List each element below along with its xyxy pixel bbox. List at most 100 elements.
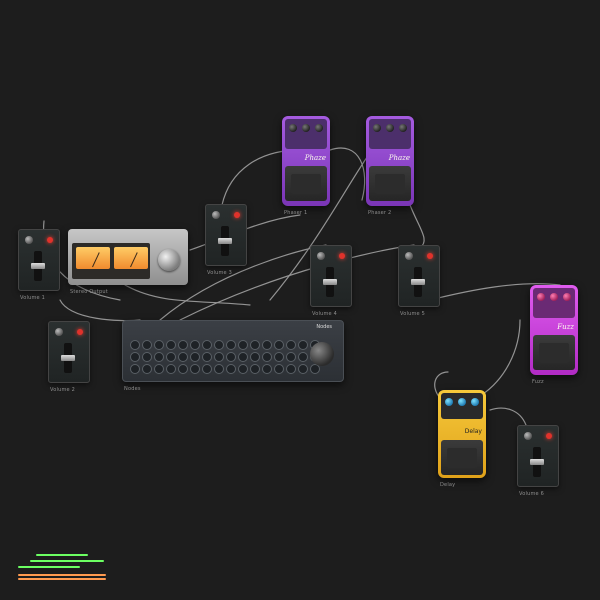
step-button[interactable] bbox=[262, 352, 272, 362]
pedal-body[interactable]: Delay bbox=[438, 390, 486, 478]
pedal-footswitch[interactable] bbox=[285, 166, 327, 201]
fader-cap[interactable] bbox=[61, 355, 75, 361]
step-button[interactable] bbox=[286, 364, 296, 374]
pedal-knob[interactable] bbox=[457, 398, 466, 406]
cable[interactable] bbox=[329, 147, 366, 201]
step-button[interactable] bbox=[190, 340, 200, 350]
fader-cap[interactable] bbox=[323, 279, 337, 285]
gain-knob[interactable] bbox=[212, 211, 220, 219]
pedal-body[interactable]: Phaze bbox=[282, 116, 330, 206]
step-sequencer[interactable]: Nodes Nodes bbox=[122, 320, 344, 392]
pedal-knob[interactable] bbox=[288, 124, 297, 132]
vu-body[interactable] bbox=[68, 229, 188, 285]
pedal-knob[interactable] bbox=[372, 124, 381, 132]
pedal-knobs[interactable] bbox=[370, 124, 410, 132]
step-button[interactable] bbox=[286, 340, 296, 350]
step-button[interactable] bbox=[238, 352, 248, 362]
pedal-knob[interactable] bbox=[315, 124, 324, 132]
pedal-fuzz[interactable]: Fuzz Fuzz bbox=[530, 285, 578, 385]
step-button[interactable] bbox=[274, 352, 284, 362]
fader-module-2[interactable]: Volume 2 bbox=[48, 321, 90, 393]
step-button[interactable] bbox=[130, 340, 140, 350]
step-button[interactable] bbox=[166, 352, 176, 362]
step-button[interactable] bbox=[142, 340, 152, 350]
step-button[interactable] bbox=[154, 352, 164, 362]
step-button[interactable] bbox=[130, 352, 140, 362]
step-button[interactable] bbox=[238, 340, 248, 350]
fader-cap[interactable] bbox=[411, 279, 425, 285]
sequencer-grid[interactable] bbox=[130, 340, 320, 374]
pedal-footswitch[interactable] bbox=[441, 440, 483, 475]
output-knob[interactable] bbox=[158, 249, 180, 271]
pedal-footswitch[interactable] bbox=[369, 166, 411, 201]
step-button[interactable] bbox=[250, 352, 260, 362]
pedal-knobs[interactable] bbox=[534, 293, 574, 301]
pedal-knob[interactable] bbox=[301, 124, 310, 132]
fader-body[interactable] bbox=[48, 321, 90, 383]
gain-knob[interactable] bbox=[317, 252, 325, 260]
fader-module-6[interactable]: Volume 6 bbox=[517, 425, 559, 497]
step-button[interactable] bbox=[226, 364, 236, 374]
step-button[interactable] bbox=[226, 340, 236, 350]
step-button[interactable] bbox=[250, 340, 260, 350]
step-button[interactable] bbox=[274, 364, 284, 374]
step-button[interactable] bbox=[142, 352, 152, 362]
step-button[interactable] bbox=[154, 340, 164, 350]
step-button[interactable] bbox=[190, 352, 200, 362]
gain-knob[interactable] bbox=[55, 328, 63, 336]
fader-body[interactable] bbox=[205, 204, 247, 266]
step-button[interactable] bbox=[154, 364, 164, 374]
step-button[interactable] bbox=[298, 340, 308, 350]
step-button[interactable] bbox=[298, 364, 308, 374]
step-button[interactable] bbox=[286, 352, 296, 362]
fader-module-5[interactable]: Volume 5 bbox=[398, 245, 440, 317]
step-button[interactable] bbox=[298, 352, 308, 362]
sequencer-body[interactable]: Nodes bbox=[122, 320, 344, 382]
pedal-knob[interactable] bbox=[471, 398, 480, 406]
step-button[interactable] bbox=[214, 364, 224, 374]
pedal-knob[interactable] bbox=[444, 398, 453, 406]
fader-cap[interactable] bbox=[31, 263, 45, 269]
cable[interactable] bbox=[124, 284, 251, 306]
step-button[interactable] bbox=[214, 340, 224, 350]
pedal-phaser-2[interactable]: Phaze Phaser 2 bbox=[366, 116, 414, 216]
step-button[interactable] bbox=[178, 340, 188, 350]
pedal-knob[interactable] bbox=[399, 124, 408, 132]
gain-knob[interactable] bbox=[25, 236, 33, 244]
step-button[interactable] bbox=[166, 364, 176, 374]
step-button[interactable] bbox=[238, 364, 248, 374]
gain-knob[interactable] bbox=[524, 432, 532, 440]
fader-module-4[interactable]: Volume 4 bbox=[310, 245, 352, 317]
fader-body[interactable] bbox=[517, 425, 559, 487]
cable[interactable] bbox=[489, 407, 527, 426]
pedal-knob[interactable] bbox=[563, 293, 572, 301]
tempo-knob[interactable] bbox=[310, 342, 334, 366]
cable[interactable] bbox=[409, 204, 425, 249]
pedal-knob[interactable] bbox=[536, 293, 545, 301]
pedal-footswitch[interactable] bbox=[533, 335, 575, 370]
step-button[interactable] bbox=[190, 364, 200, 374]
fader-module-3[interactable]: Volume 3 bbox=[205, 204, 247, 276]
fader-body[interactable] bbox=[398, 245, 440, 307]
step-button[interactable] bbox=[262, 340, 272, 350]
cable[interactable] bbox=[59, 299, 141, 322]
step-button[interactable] bbox=[130, 364, 140, 374]
step-button[interactable] bbox=[178, 364, 188, 374]
pedal-knobs[interactable] bbox=[442, 398, 482, 406]
step-button[interactable] bbox=[250, 364, 260, 374]
pedal-body[interactable]: Phaze bbox=[366, 116, 414, 206]
step-button[interactable] bbox=[202, 352, 212, 362]
step-button[interactable] bbox=[202, 364, 212, 374]
step-button[interactable] bbox=[178, 352, 188, 362]
pedal-knob[interactable] bbox=[385, 124, 394, 132]
patch-canvas[interactable]: Volume 1 Stereo Output Volume 3 Phaze Ph… bbox=[0, 0, 600, 600]
step-button[interactable] bbox=[274, 340, 284, 350]
fader-cap[interactable] bbox=[218, 238, 232, 244]
pedal-knob[interactable] bbox=[549, 293, 558, 301]
step-button[interactable] bbox=[226, 352, 236, 362]
step-button[interactable] bbox=[202, 340, 212, 350]
fader-module-1[interactable]: Volume 1 bbox=[18, 229, 60, 301]
step-button[interactable] bbox=[166, 340, 176, 350]
fader-cap[interactable] bbox=[530, 459, 544, 465]
gain-knob[interactable] bbox=[405, 252, 413, 260]
